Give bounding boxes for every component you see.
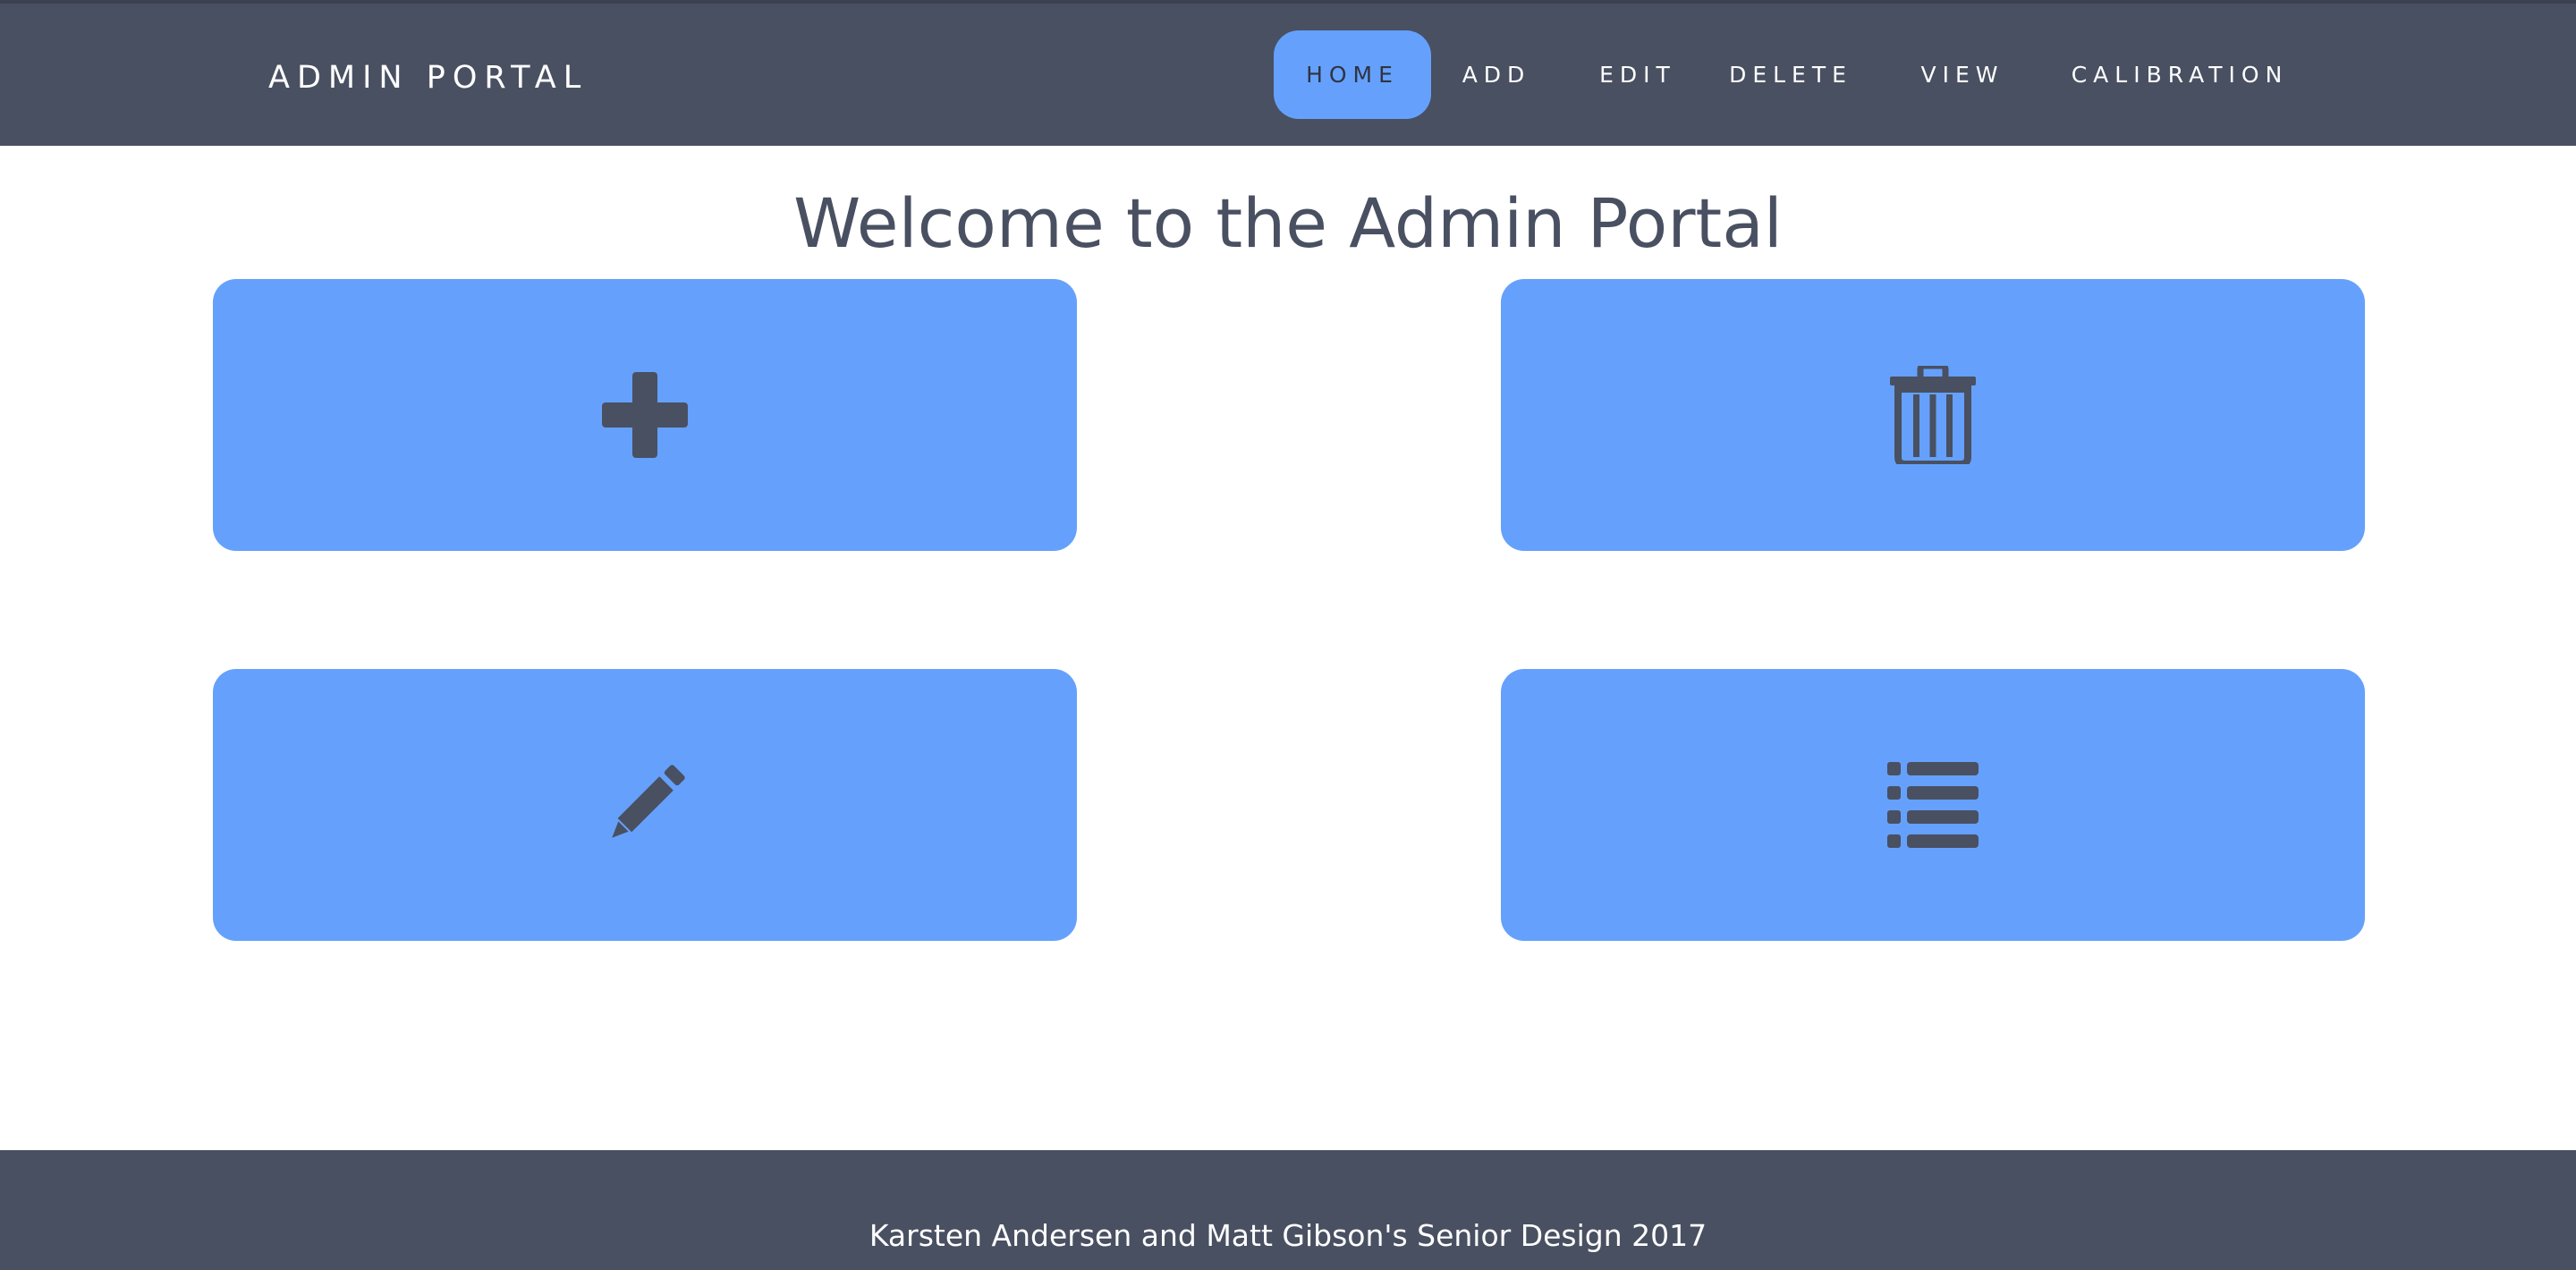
nav-item-add[interactable]: ADD [1447,30,1546,119]
list-icon [1887,762,1979,848]
plus-icon [602,372,688,458]
nav-item-home[interactable]: HOME [1274,30,1431,119]
add-tile-button[interactable] [213,279,1077,551]
footer-credit-text: Karsten Andersen and Matt Gibson's Senio… [869,1218,1707,1253]
nav-item-edit[interactable]: EDIT [1574,30,1701,119]
brand-title[interactable]: ADMIN PORTAL [268,55,588,100]
view-tile-button[interactable] [1501,669,2365,941]
top-navbar: ADMIN PORTAL HOME ADD EDIT DELETE VIEW C… [0,0,2576,146]
pencil-icon [612,765,685,838]
delete-tile-button[interactable] [1501,279,2365,551]
nav-item-view[interactable]: VIEW [1900,30,2025,119]
nav-item-calibration[interactable]: CALIBRATION [2050,30,2309,119]
trash-icon [1890,366,1976,464]
edit-tile-button[interactable] [213,669,1077,941]
nav-item-delete[interactable]: DELETE [1716,30,1866,119]
page-title: Welcome to the Admin Portal [793,183,1783,263]
